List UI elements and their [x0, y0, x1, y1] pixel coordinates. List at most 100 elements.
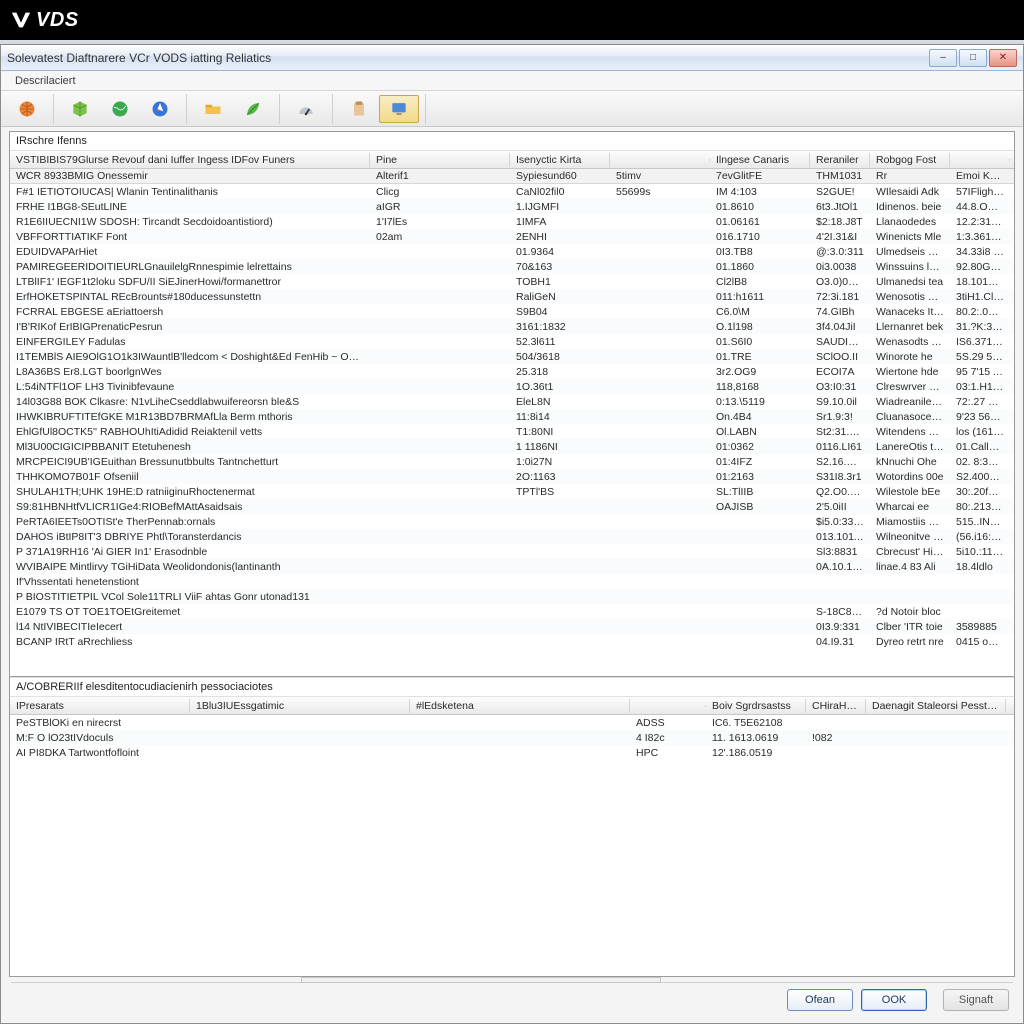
table-row[interactable]: L:54iNTFl1OF LH3 Tivinibfevaune1O.36t111…: [10, 379, 1014, 394]
column-header[interactable]: Robgog Fost: [870, 153, 950, 167]
cell: 92.80G3Mls: [950, 260, 1010, 274]
cell: $2:18.J8T: [810, 215, 870, 229]
table-row[interactable]: PeSTBlOKi en nirecrstADSSIC6. T5E62108: [10, 715, 1014, 730]
cell: Wilneonitve 0lf6: [870, 530, 950, 544]
cell: 12'.186.0519: [706, 746, 806, 760]
toolbar-compass-button[interactable]: [140, 95, 180, 123]
table-row[interactable]: L8A36BS Er8.LGT boorlgnWes25.3183r2.OG9E…: [10, 364, 1014, 379]
toolbar-globe-button[interactable]: [100, 95, 140, 123]
table-row[interactable]: 14l03G88 BOK Clkasre: N1vLiheCseddlabwui…: [10, 394, 1014, 409]
table-row[interactable]: DAHOS iBtIP8IT'3 DBRIYE Phtl\Toransterda…: [10, 529, 1014, 544]
footer-bar: Ofean OOK Signaft: [1, 985, 1023, 1015]
toolbar-folder-button[interactable]: [193, 95, 233, 123]
table-row[interactable]: M:F O lO23tIVdoculs4 I82c11. 1613.0619!0…: [10, 730, 1014, 745]
toolbar-gauge-button[interactable]: [286, 95, 326, 123]
cell: [610, 341, 710, 343]
column-header[interactable]: [610, 159, 710, 161]
menu-item[interactable]: Descrilaciert: [9, 75, 82, 87]
table-row[interactable]: PeRTA6IEETs0OTISt'e TherPennab:ornals$i5…: [10, 514, 1014, 529]
cell: Ol.LABN: [710, 425, 810, 439]
table-row[interactable]: I1TEMBlS AIE9OlG1O1k3IWauntlB'lledcom < …: [10, 349, 1014, 364]
table-row[interactable]: S9:81HBNHtfVLICR1IGe4:RIOBefMAttAsaidsai…: [10, 499, 1014, 514]
column-header[interactable]: IPresarats: [10, 699, 190, 713]
table-row[interactable]: l14 NtIVIBECITIeIecert0I3.9:331Clber 'IT…: [10, 619, 1014, 634]
column-header[interactable]: Pine: [370, 153, 510, 167]
toolbar-clip-button[interactable]: [339, 95, 379, 123]
table-row[interactable]: THHKOMO7B01F Ofseniil2O:116301:2163S31I8…: [10, 469, 1014, 484]
cell: O.1l198: [710, 320, 810, 334]
table-row[interactable]: VBFFORTTIATIKF Font02am2ENHI016.17104'2I…: [10, 229, 1014, 244]
minimize-button[interactable]: –: [929, 49, 957, 67]
lower-grid-header[interactable]: IPresarats1Blu3IUEssgatimic#lEdsketena Bo…: [10, 697, 1014, 715]
lower-grid-body[interactable]: PeSTBlOKi en nirecrstADSSIC6. T5E62108M:…: [10, 715, 1014, 976]
signout-button[interactable]: Signaft: [943, 989, 1009, 1011]
column-header[interactable]: VSTIBIBIS79Glurse Revouf dani Iuffer Ing…: [10, 153, 370, 167]
table-row[interactable]: E1079 TS OT TOE1TOEtGreitemetS-18C80E?d …: [10, 604, 1014, 619]
table-row[interactable]: PAMIREGEERIDOITIEURLGnauilelgRnnespimie …: [10, 259, 1014, 274]
column-header[interactable]: Reraniler: [810, 153, 870, 167]
table-row[interactable]: If'Vhssentati henetenstiont: [10, 574, 1014, 589]
table-row[interactable]: EhlGfUl8OCTK5'' RABHOUhItiAdidid Reiakte…: [10, 424, 1014, 439]
column-header[interactable]: [950, 159, 1010, 161]
column-header[interactable]: Boiv Sgrdrsastss: [706, 699, 806, 713]
table-row[interactable]: Ml3U00CIGICIPBBANIT Etetuhenesh1 1186NI0…: [10, 439, 1014, 454]
maximize-button[interactable]: □: [959, 49, 987, 67]
cell: RaliGeN: [510, 290, 610, 304]
column-header[interactable]: #lEdsketena: [410, 699, 630, 713]
upper-grid-header[interactable]: VSTIBIBIS79Glurse Revouf dani Iuffer Ing…: [10, 151, 1014, 169]
column-header[interactable]: [630, 705, 706, 707]
subhead-cell: Sypiesund60: [510, 169, 610, 183]
cell: [710, 611, 810, 613]
table-row[interactable]: AI PI8DKA TartwontfoflointHPC12'.186.051…: [10, 745, 1014, 760]
cell: Wanaceks Itek: [870, 305, 950, 319]
close-button[interactable]: ✕: [989, 49, 1017, 67]
column-header[interactable]: Isenyctic Kirta: [510, 153, 610, 167]
ok-button[interactable]: OOK: [861, 989, 927, 1011]
table-row[interactable]: IHWKIBRUFTITEfGKE M1R13BD7BRMAfLla Berm …: [10, 409, 1014, 424]
table-row[interactable]: MRCPEICI9UB'IGEuithan Bressunutbbults Ta…: [10, 454, 1014, 469]
table-row[interactable]: P BIOSTITIETPIL VCol Sole11TRLI ViiF aht…: [10, 589, 1014, 604]
toolbar-cube-button[interactable]: [60, 95, 100, 123]
table-row[interactable]: BCANP IRtT aRrechliess04.I9.31Dyreo retr…: [10, 634, 1014, 649]
table-row[interactable]: FCRRAL EBGESE aEriattoershS9B04C6.0\M74.…: [10, 304, 1014, 319]
table-row[interactable]: EDUIDVAPArHiet01.93640I3.TB8@:3.0:311Ulm…: [10, 244, 1014, 259]
table-row[interactable]: EINFERGILEY Fadulas52.3l61101.S6I0SAUDIV…: [10, 334, 1014, 349]
cell: 3f4.04JiI: [810, 320, 870, 334]
toolbar-world-button[interactable]: [7, 95, 47, 123]
cell: Sl3:8831: [810, 545, 870, 559]
cell: [510, 626, 610, 628]
cell: (56.i16:T Nhle: [950, 530, 1010, 544]
toolbar-screen-button[interactable]: [379, 95, 419, 123]
upper-grid-body[interactable]: F#1 IETIOTOIUCAS| Wlanin Tentinalithanis…: [10, 184, 1014, 676]
column-header[interactable]: Daenagit Staleorsi Pesstidietiers: [866, 699, 1006, 713]
table-row[interactable]: R1E6IIUECNI1W SDOSH: Tircandt Secdoidoan…: [10, 214, 1014, 229]
toolbar-leaf-button[interactable]: [233, 95, 273, 123]
cell: [510, 521, 610, 523]
subhead-cell: 7evGlitFE: [710, 169, 810, 183]
column-header[interactable]: Ilngese Canaris: [710, 153, 810, 167]
cell: [710, 596, 810, 598]
cell: [950, 581, 1010, 583]
table-row[interactable]: SHULAH1TH;UHK 19HE:D ratniiginuRhoctener…: [10, 484, 1014, 499]
table-row[interactable]: F#1 IETIOTOIUCAS| Wlanin Tentinalithanis…: [10, 184, 1014, 199]
cell: [370, 551, 510, 553]
open-button[interactable]: Ofean: [787, 989, 853, 1011]
cell: [610, 431, 710, 433]
cell: 18.1019 11A6: [950, 275, 1010, 289]
table-row[interactable]: LTBlIF1' IEGF1t2loku SDFU/II SiEJinerHow…: [10, 274, 1014, 289]
column-header[interactable]: CHiraHOaet: [806, 699, 866, 713]
menu-bar: Descrilaciert: [1, 71, 1023, 91]
cell: 2'5.0iII: [810, 500, 870, 514]
cell: 02am: [370, 230, 510, 244]
cell: S2.16.H31: [810, 455, 870, 469]
cell: 25.318: [510, 365, 610, 379]
table-row[interactable]: FRHE I1BG8-SEutLINEaIGR1.IJGMFI01.86106t…: [10, 199, 1014, 214]
table-row[interactable]: ErfHOKETSPINTAL REcBrounts#180ducessunst…: [10, 289, 1014, 304]
table-row[interactable]: WVIBAIPE Mintlirvy TGiHiData Weolidondon…: [10, 559, 1014, 574]
cell: I'B'RIKof ErIBIGPrenaticPesrun: [10, 320, 370, 334]
cell: [610, 266, 710, 268]
cell: 4'2I.31&I: [810, 230, 870, 244]
table-row[interactable]: I'B'RIKof ErIBIGPrenaticPesrun3161:1832O…: [10, 319, 1014, 334]
column-header[interactable]: 1Blu3IUEssgatimic: [190, 699, 410, 713]
table-row[interactable]: P 371A19RH16 'Ai GIER In1' ErasodnbleSl3…: [10, 544, 1014, 559]
